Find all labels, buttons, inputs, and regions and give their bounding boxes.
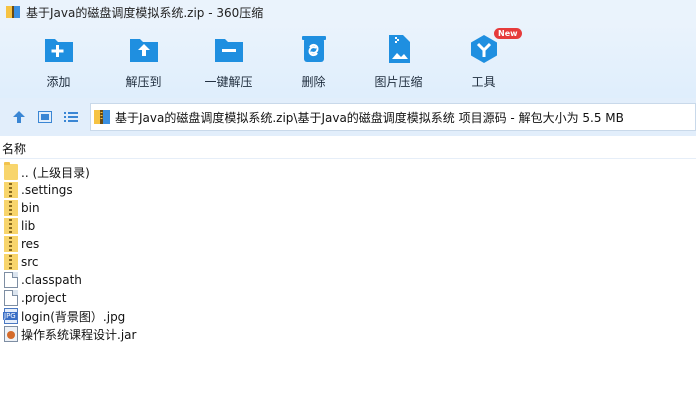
file-icon xyxy=(4,272,18,288)
add-button[interactable]: 添加 xyxy=(16,24,101,94)
list-item[interactable]: login(背景图）.jpg xyxy=(0,307,696,325)
list-item[interactable]: src xyxy=(0,253,696,271)
folder-icon xyxy=(4,182,18,198)
tools-button[interactable]: New 工具 xyxy=(441,24,526,94)
delete-button[interactable]: 删除 xyxy=(271,24,356,94)
list-item[interactable]: 操作系统课程设计.jar xyxy=(0,325,696,343)
address-row: 基于Java的磁盘调度模拟系统.zip\基于Java的磁盘调度模拟系统 项目源码… xyxy=(0,98,696,136)
folder-icon xyxy=(4,236,18,252)
list-item-label: .. (上级目录) xyxy=(21,165,90,180)
file-list: .. (上级目录) .settings bin lib res src .cla… xyxy=(0,162,696,343)
jar-file-icon xyxy=(4,326,18,342)
image-compress-icon xyxy=(384,34,414,64)
one-click-extract-icon xyxy=(214,34,244,64)
window-title: 基于Java的磁盘调度模拟系统.zip - 360压缩 xyxy=(26,5,264,20)
folder-icon xyxy=(4,218,18,234)
one-click-extract-label: 一键解压 xyxy=(204,75,253,89)
image-compress-button[interactable]: 图片压缩 xyxy=(356,24,441,94)
image-compress-label: 图片压缩 xyxy=(374,75,423,89)
delete-label: 删除 xyxy=(301,75,326,89)
extract-to-button[interactable]: 解压到 xyxy=(101,24,186,94)
list-item-label: lib xyxy=(21,219,36,233)
file-icon xyxy=(4,290,18,306)
list-item-label: .classpath xyxy=(21,273,82,287)
list-item[interactable]: lib xyxy=(0,217,696,235)
jpg-file-icon xyxy=(3,308,18,324)
list-item[interactable]: .settings xyxy=(0,181,696,199)
extract-to-label: 解压到 xyxy=(125,75,162,89)
list-item[interactable]: .project xyxy=(0,289,696,307)
list-item-parent-dir[interactable]: .. (上级目录) xyxy=(0,162,696,181)
add-icon xyxy=(44,34,74,64)
list-item-label: res xyxy=(21,237,40,251)
extract-to-icon xyxy=(129,34,159,64)
add-label: 添加 xyxy=(46,75,71,89)
column-header[interactable]: 名称 xyxy=(0,139,696,159)
folder-icon xyxy=(4,254,18,270)
folder-icon xyxy=(4,200,18,216)
list-view-button[interactable] xyxy=(62,108,80,126)
list-view-icon xyxy=(64,112,78,122)
folder-icon xyxy=(4,162,18,180)
list-item[interactable]: res xyxy=(0,235,696,253)
toolbar: 添加 解压到 一键解压 删除 图片压缩 New 工具 xyxy=(0,24,696,98)
zip-archive-icon xyxy=(93,108,111,126)
list-item-label: 操作系统课程设计.jar xyxy=(21,327,137,342)
list-item-label: src xyxy=(21,255,39,269)
address-path: 基于Java的磁盘调度模拟系统.zip\基于Java的磁盘调度模拟系统 项目源码… xyxy=(115,110,624,125)
list-item-label: .project xyxy=(21,291,67,305)
list-item-label: bin xyxy=(21,201,40,215)
list-item-label: .settings xyxy=(21,183,73,197)
thumbnail-view-button[interactable] xyxy=(36,108,54,126)
delete-icon xyxy=(299,34,329,64)
up-arrow-icon xyxy=(13,111,25,123)
list-item-label: login(背景图）.jpg xyxy=(21,309,126,324)
new-badge: New xyxy=(494,28,522,39)
tools-icon xyxy=(469,34,499,64)
title-bar: 基于Java的磁盘调度模拟系统.zip - 360压缩 xyxy=(0,0,696,24)
list-item[interactable]: bin xyxy=(0,199,696,217)
column-name-header[interactable]: 名称 xyxy=(2,140,26,157)
tools-label: 工具 xyxy=(471,75,496,89)
up-arrow-button[interactable] xyxy=(10,108,28,126)
one-click-extract-button[interactable]: 一键解压 xyxy=(186,24,271,94)
thumbnail-view-icon xyxy=(38,111,52,123)
address-bar[interactable]: 基于Java的磁盘调度模拟系统.zip\基于Java的磁盘调度模拟系统 项目源码… xyxy=(90,103,696,131)
list-item[interactable]: .classpath xyxy=(0,271,696,289)
app-icon xyxy=(6,5,20,19)
